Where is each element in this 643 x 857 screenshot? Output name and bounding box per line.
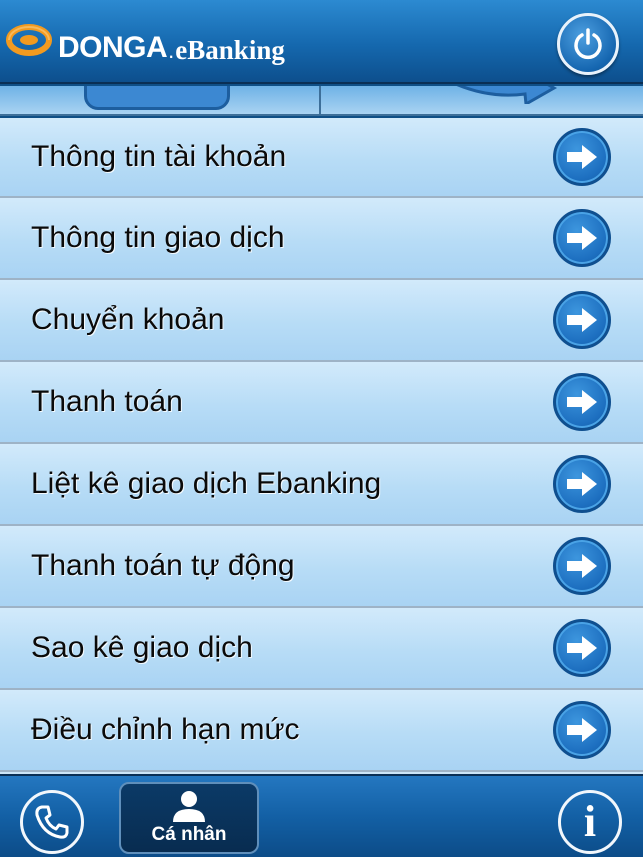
arrow-right-circle-icon[interactable] — [553, 455, 611, 513]
top-tabs — [0, 86, 643, 116]
info-button[interactable]: i — [558, 790, 622, 854]
menu-item-label: Thông tin giao dịch — [31, 221, 285, 254]
menu-item-label: Thanh toán — [31, 385, 183, 418]
phone-icon — [35, 805, 69, 839]
arrow-right-circle-icon[interactable] — [553, 291, 611, 349]
brand-name: DONGA — [58, 31, 168, 64]
menu-item-auto-payment[interactable]: Thanh toán tự động — [0, 526, 643, 608]
menu-item-label: Sao kê giao dịch — [31, 631, 253, 664]
transfer-arrow-icon — [456, 86, 558, 104]
brand-dot: . — [168, 38, 175, 63]
tab-right[interactable] — [322, 86, 643, 114]
arrow-right-circle-icon[interactable] — [553, 619, 611, 677]
tab-profile[interactable]: Cá nhân — [119, 782, 259, 854]
menu-item-transfer[interactable]: Chuyển khoản — [0, 280, 643, 362]
tab-left[interactable] — [0, 86, 321, 114]
donga-logo-icon — [6, 24, 52, 56]
app-header: DONGA . eBanking — [0, 0, 643, 84]
main-menu: Thông tin tài khoản Thông tin giao dịch … — [0, 118, 643, 774]
menu-item-label: Liệt kê giao dịch Ebanking — [31, 467, 382, 500]
card-icon — [84, 86, 230, 110]
menu-item-adjust-limit[interactable]: Điều chỉnh hạn mức — [0, 690, 643, 772]
arrow-right-circle-icon[interactable] — [553, 537, 611, 595]
arrow-right-circle-icon[interactable] — [553, 373, 611, 431]
call-button[interactable] — [20, 790, 84, 854]
arrow-right-circle-icon[interactable] — [553, 128, 611, 186]
person-icon — [173, 791, 205, 822]
menu-item-transaction-info[interactable]: Thông tin giao dịch — [0, 198, 643, 280]
brand-subtitle: eBanking — [175, 34, 285, 65]
menu-item-label: Thanh toán tự động — [31, 549, 295, 582]
tab-profile-label: Cá nhân — [151, 824, 227, 845]
menu-item-ebanking-history[interactable]: Liệt kê giao dịch Ebanking — [0, 444, 643, 526]
bottom-tab-bar: Cá nhân i — [0, 774, 643, 857]
logout-button[interactable] — [557, 13, 619, 75]
power-icon — [574, 28, 602, 60]
menu-item-account-info[interactable]: Thông tin tài khoản — [0, 118, 643, 198]
brand-logo: DONGA . eBanking — [6, 10, 285, 70]
menu-item-statement[interactable]: Sao kê giao dịch — [0, 608, 643, 690]
menu-item-label: Điều chỉnh hạn mức — [31, 713, 300, 746]
menu-item-label: Thông tin tài khoản — [31, 140, 287, 173]
info-icon: i — [583, 797, 597, 846]
menu-item-payment[interactable]: Thanh toán — [0, 362, 643, 444]
arrow-right-circle-icon[interactable] — [553, 701, 611, 759]
arrow-right-circle-icon[interactable] — [553, 209, 611, 267]
menu-item-label: Chuyển khoản — [31, 303, 225, 336]
